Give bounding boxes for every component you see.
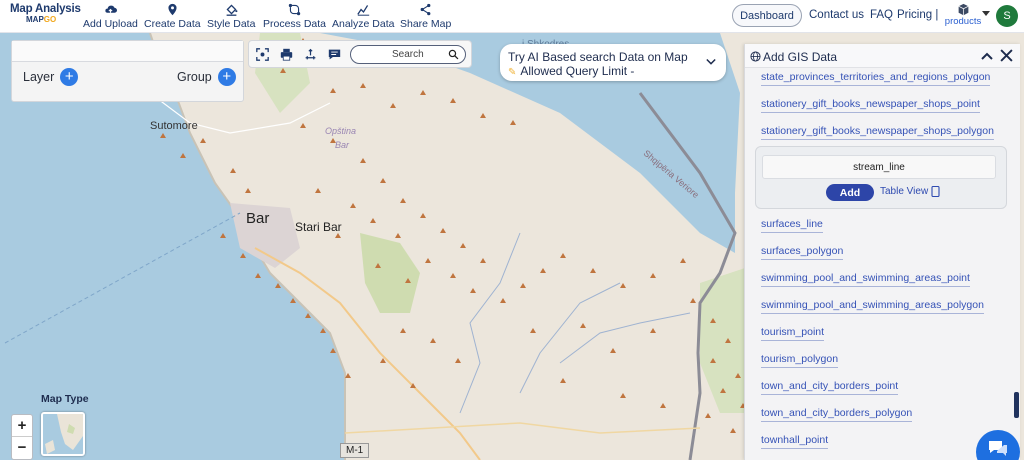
nav-style-data[interactable]: Style Data bbox=[207, 3, 255, 30]
app-logo[interactable]: Map Analysis MAPGO bbox=[10, 3, 81, 31]
sparkle-icon: ✎ bbox=[508, 67, 517, 78]
gis-item[interactable]: town_and_city_borders_point bbox=[761, 380, 899, 395]
close-icon[interactable] bbox=[1000, 49, 1013, 62]
fit-extent-icon[interactable] bbox=[256, 48, 269, 61]
chevron-down-icon[interactable] bbox=[982, 11, 990, 16]
chevron-up-icon[interactable] bbox=[981, 51, 993, 61]
gis-item[interactable]: surfaces_line bbox=[761, 218, 823, 233]
add-group-button[interactable]: + bbox=[217, 68, 236, 86]
nav-create-data-label: Create Data bbox=[144, 18, 201, 30]
products-label: products bbox=[944, 16, 982, 27]
nav-create-data[interactable]: Create Data bbox=[144, 3, 201, 30]
gis-item[interactable]: swimming_pool_and_swimming_areas_point bbox=[761, 272, 970, 287]
process-nodes-icon bbox=[288, 3, 301, 16]
map-type-preview bbox=[43, 414, 83, 454]
gis-item[interactable]: state_provinces_territories_and_regions_… bbox=[761, 71, 991, 86]
map-toolbar: Search bbox=[248, 40, 472, 68]
zoom-in-button[interactable]: + bbox=[12, 415, 32, 437]
zoom-control: + − bbox=[11, 414, 33, 460]
nav-analyze-data[interactable]: Analyze Data bbox=[332, 3, 394, 30]
gis-item[interactable]: town_and_city_borders_polygon bbox=[761, 407, 913, 422]
nav-share-map-label: Share Map bbox=[400, 18, 452, 30]
paint-bucket-icon bbox=[226, 4, 238, 16]
gis-item[interactable]: surfaces_polygon bbox=[761, 245, 844, 260]
gis-item[interactable]: tourism_polygon bbox=[761, 353, 839, 368]
gis-panel-header: Add GIS Data bbox=[745, 44, 1020, 68]
dashboard-button[interactable]: Dashboard bbox=[732, 4, 802, 27]
gis-panel-title: Add GIS Data bbox=[763, 50, 838, 64]
gis-item[interactable]: stationery_gift_books_newspaper_shops_po… bbox=[761, 98, 980, 113]
gis-item[interactable]: townhall_point bbox=[761, 434, 829, 449]
zoom-out-button[interactable]: − bbox=[12, 437, 32, 459]
nav-add-upload-label: Add Upload bbox=[83, 18, 138, 30]
nav-add-upload[interactable]: Add Upload bbox=[83, 3, 138, 30]
products-menu[interactable]: products bbox=[944, 3, 982, 27]
nav-process-data[interactable]: Process Data bbox=[263, 3, 326, 30]
layer-label: Layer bbox=[23, 70, 55, 84]
selected-layer-name: stream_line bbox=[762, 155, 996, 179]
search-box[interactable]: Search bbox=[350, 45, 466, 64]
contact-us-link[interactable]: Contact us bbox=[809, 9, 864, 21]
measure-icon[interactable] bbox=[304, 48, 317, 61]
add-layer-button[interactable]: + bbox=[60, 68, 79, 86]
share-icon bbox=[420, 3, 431, 16]
logo-subtitle: MAPGO bbox=[26, 15, 57, 24]
gis-item[interactable]: tourism_point bbox=[761, 326, 825, 341]
location-pin-icon bbox=[168, 3, 177, 16]
ai-query-limit: ✎ Allowed Query Limit - bbox=[508, 64, 635, 78]
layer-row: Layer + bbox=[23, 68, 79, 86]
analytics-icon bbox=[356, 5, 369, 16]
comment-icon[interactable] bbox=[328, 48, 341, 61]
print-icon[interactable] bbox=[280, 48, 293, 61]
add-layer-data-button[interactable]: Add bbox=[826, 184, 874, 201]
top-navigation-bar: Map Analysis MAPGO Add Upload Create Dat… bbox=[0, 0, 1024, 33]
map-label-stari-bar: Stari Bar bbox=[295, 220, 342, 234]
logo-title: Map Analysis bbox=[10, 3, 81, 15]
faq-link[interactable]: FAQ bbox=[870, 9, 893, 21]
layer-panel: Layer + Group + bbox=[11, 40, 244, 102]
group-label: Group bbox=[177, 70, 212, 84]
nav-share-map[interactable]: Share Map bbox=[400, 3, 451, 30]
device-icon bbox=[931, 186, 940, 197]
chat-icon bbox=[989, 441, 1007, 456]
map-label-opstina: Opština bbox=[325, 126, 357, 136]
pricing-link[interactable]: Pricing | bbox=[897, 9, 938, 21]
table-view-button[interactable]: Table View bbox=[880, 186, 940, 197]
group-row: Group + bbox=[177, 68, 236, 86]
map-label-bar: Bar bbox=[246, 210, 270, 227]
table-view-label: Table View bbox=[880, 186, 929, 197]
map-type-switcher[interactable] bbox=[41, 412, 85, 456]
search-icon[interactable] bbox=[448, 49, 459, 60]
cloud-upload-icon bbox=[105, 5, 117, 13]
map-type-label: Map Type bbox=[41, 393, 89, 405]
nav-analyze-data-label: Analyze Data bbox=[332, 18, 395, 30]
map-label-sutomore: Sutomore bbox=[150, 120, 198, 132]
road-shield: M-1 bbox=[340, 443, 370, 458]
gis-panel-scrollbar[interactable] bbox=[1014, 392, 1019, 418]
globe-icon bbox=[750, 51, 761, 62]
cube-icon bbox=[957, 3, 969, 16]
layer-panel-header bbox=[12, 41, 243, 62]
selected-layer-card: stream_line Add Table View bbox=[755, 146, 1007, 209]
gis-item[interactable]: swimming_pool_and_swimming_areas_polygon bbox=[761, 299, 984, 314]
avatar[interactable]: S bbox=[996, 5, 1018, 27]
search-label: Search bbox=[392, 49, 424, 60]
chevron-down-icon[interactable] bbox=[706, 57, 716, 67]
nav-process-data-label: Process Data bbox=[263, 18, 327, 30]
nav-style-data-label: Style Data bbox=[207, 18, 256, 30]
gis-item[interactable]: stationery_gift_books_newspaper_shops_po… bbox=[761, 125, 994, 140]
map-label-bar-small: Bar bbox=[335, 140, 350, 150]
ai-search-title: Try AI Based search Data on Map bbox=[508, 50, 688, 64]
ai-search-panel[interactable]: Try AI Based search Data on Map ✎ Allowed… bbox=[500, 44, 726, 81]
add-gis-data-panel: Add GIS Data state_provinces_territories… bbox=[744, 44, 1020, 460]
